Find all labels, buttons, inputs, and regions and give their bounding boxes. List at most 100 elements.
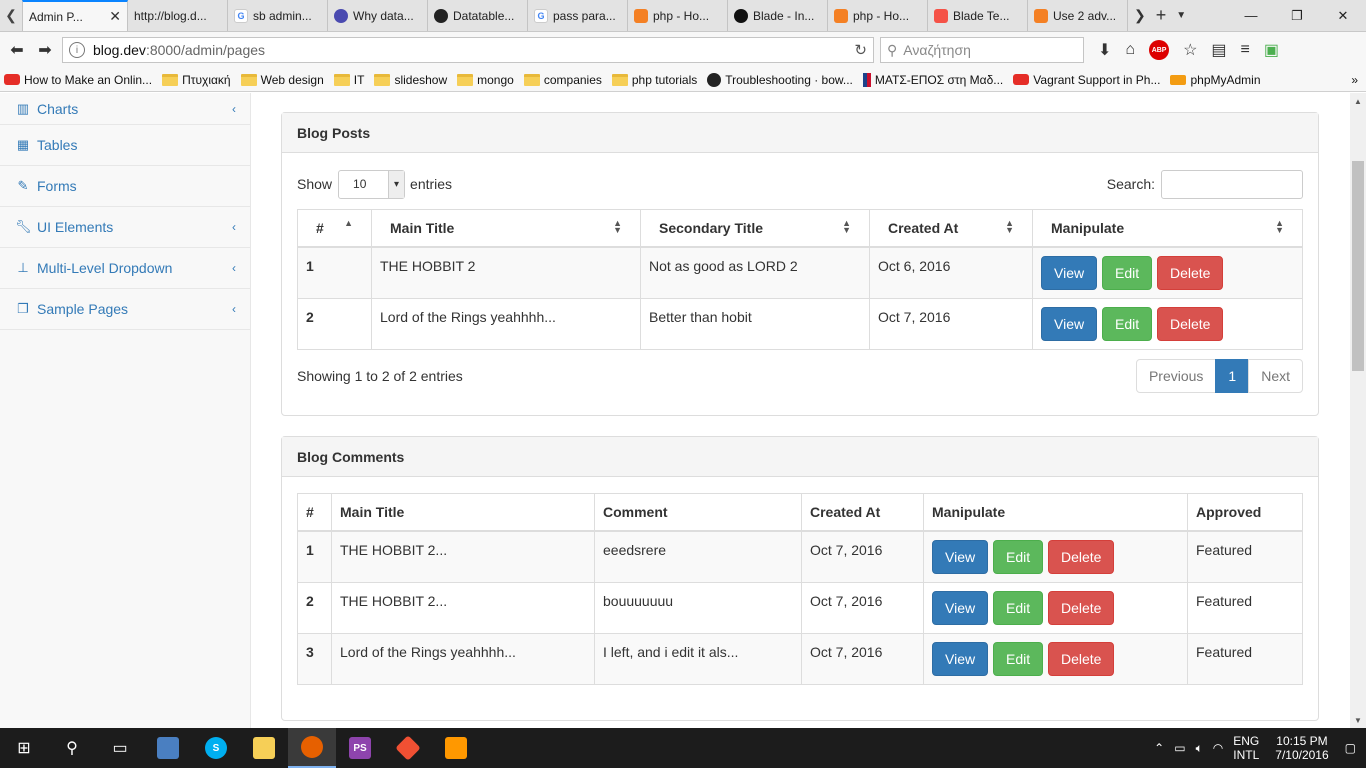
column-header-secondary-title[interactable]: Secondary Title ▲ ▼ [640,209,870,248]
view-button[interactable]: View [1041,306,1098,341]
back-icon[interactable]: ⬅ [6,39,28,61]
bookmarks-overflow-icon[interactable]: » [1351,73,1358,87]
view-button[interactable]: View [932,590,989,625]
bookmark-item[interactable]: Vagrant Support in Ph... [1013,73,1160,87]
menu-icon[interactable]: ≡ [1241,41,1250,59]
home-icon[interactable]: ⌂ [1125,41,1135,59]
bookmark-item[interactable]: Troubleshooting · bow... [707,72,853,87]
column-header-main-title[interactable]: Main Title ▲ ▼ [371,209,641,248]
notifications-icon[interactable]: ▢ [1345,741,1356,755]
delete-button[interactable]: Delete [1048,641,1115,676]
tab-php-howto-2[interactable]: php - Ho... [828,0,928,31]
minimize-icon[interactable]: — [1228,0,1274,31]
sidebar-item-sample-pages[interactable]: ❐ Sample Pages ‹ [0,289,250,330]
bookmark-item[interactable]: phpMyAdmin [1170,72,1261,87]
delete-button[interactable]: Delete [1048,590,1115,625]
firefox-icon[interactable] [288,728,336,768]
tab-use-2-adv[interactable]: Use 2 adv... [1028,0,1128,31]
tab-scroll-right-icon[interactable]: ❯ [1134,7,1146,24]
bookmark-label: phpMyAdmin [1190,72,1261,87]
reading-list-icon[interactable]: ▤ [1211,40,1226,60]
edit-button[interactable]: Edit [1101,306,1153,341]
restore-icon[interactable]: ❐ [1274,0,1320,31]
bookmark-item[interactable]: How to Make an Onlin... [4,73,152,87]
bookmark-star-icon[interactable]: ☆ [1183,40,1197,60]
bookmark-folder[interactable]: Web design [240,73,324,87]
tab-datatable[interactable]: Datatable... [428,0,528,31]
sidebar-item-ui-elements[interactable]: 🔧︎ UI Elements ‹ [0,207,250,248]
delete-button[interactable]: Delete [1048,539,1115,574]
extension-icon[interactable]: ▣ [1264,40,1279,60]
wifi-icon[interactable]: ◠ [1213,741,1223,755]
view-button[interactable]: View [932,539,989,574]
windows-start-icon[interactable]: ⊞ [0,728,48,768]
page-scrollbar[interactable]: ▲ ▼ [1350,93,1366,728]
network-icon[interactable]: ▭ [1174,741,1185,755]
edit-button[interactable]: Edit [1101,255,1153,290]
view-button[interactable]: View [1041,255,1098,290]
git-icon[interactable] [384,728,432,768]
sidebar-item-charts[interactable]: ▥ Charts ‹ [0,93,250,125]
edit-button[interactable]: Edit [992,539,1044,574]
pagination-page-1[interactable]: 1 [1215,359,1250,393]
bookmark-folder[interactable]: IT [333,73,364,87]
sidebar-item-forms[interactable]: ✎ Forms [0,166,250,207]
scroll-down-icon[interactable]: ▼ [1350,712,1366,728]
tab-blade-in[interactable]: Blade - In... [728,0,828,31]
column-header-created-at[interactable]: Created At ▲ ▼ [869,209,1033,248]
tab-why-data[interactable]: Why data... [328,0,428,31]
tab-scroll-left-icon[interactable]: ❮ [0,0,22,31]
browser-search-input[interactable]: ⚲ Αναζήτηση [880,37,1084,63]
skype-icon[interactable]: S [192,728,240,768]
phpstorm-icon[interactable]: PS [336,728,384,768]
tab-close-icon[interactable]: ✕ [109,8,121,25]
tab-pass-params[interactable]: Gpass para... [528,0,628,31]
computer-icon[interactable] [144,728,192,768]
bookmark-folder[interactable]: slideshow [374,73,447,87]
delete-button[interactable]: Delete [1157,255,1224,290]
column-header-manipulate[interactable]: Manipulate ▲ ▼ [1032,209,1303,248]
volume-icon[interactable]: 🔈︎ [1196,741,1203,756]
forward-icon[interactable]: ➡ [34,39,56,61]
tab-sb-admin[interactable]: Gsb admin... [228,0,328,31]
edit-button[interactable]: Edit [992,590,1044,625]
tab-blade-templates[interactable]: Blade Te... [928,0,1028,31]
bookmark-folder[interactable]: mongo [457,73,514,87]
tab-admin[interactable]: Admin P... ✕ [22,0,128,31]
table-search-input[interactable] [1161,169,1303,199]
site-info-icon[interactable]: i [69,42,85,58]
scrollbar-thumb[interactable] [1352,161,1364,371]
adblock-icon[interactable]: ABP [1149,40,1170,60]
bookmark-folder[interactable]: php tutorials [611,73,697,87]
page-size-select[interactable]: 10 ▾ [338,169,406,199]
url-bar[interactable]: i blog.dev:8000/admin/pages ↻ [62,37,874,63]
reload-icon[interactable]: ↻ [854,41,867,59]
table-footer: Showing 1 to 2 of 2 entries Previous 1 N… [297,359,1303,393]
task-view-icon[interactable]: ▭ [96,728,144,768]
pagination-previous[interactable]: Previous [1135,359,1217,393]
column-header-id[interactable]: # ▲ [297,209,372,248]
scroll-up-icon[interactable]: ▲ [1350,93,1366,109]
tab-php-howto[interactable]: php - Ho... [628,0,728,31]
bookmark-folder[interactable]: companies [523,73,602,87]
tab-blog[interactable]: http://blog.d... [128,0,228,31]
file-explorer-icon[interactable] [240,728,288,768]
language-indicator[interactable]: ENG INTL [1233,734,1259,762]
sublime-icon[interactable] [432,728,480,768]
view-button[interactable]: View [932,641,989,676]
sidebar-item-multi-level-dropdown[interactable]: ⊥ Multi-Level Dropdown ‹ [0,248,250,289]
search-icon[interactable]: ⚲ [48,728,96,768]
tray-chevron-icon[interactable]: ⌃ [1154,741,1164,755]
sidebar-item-tables[interactable]: ▦ Tables [0,125,250,166]
sidebar-item-label: Forms [37,178,77,194]
clock[interactable]: 10:15 PM 7/10/2016 [1275,734,1328,762]
edit-button[interactable]: Edit [992,641,1044,676]
download-icon[interactable]: ⬇ [1098,40,1111,60]
bookmark-item[interactable]: ΜΑΤΣ-ΕΠΟΣ στη Μαδ... [862,72,1003,87]
new-tab-icon[interactable]: + [1156,5,1167,26]
tab-list-chevron-icon[interactable]: ▼ [1176,10,1186,21]
pagination-next[interactable]: Next [1248,359,1303,393]
close-window-icon[interactable]: ✕ [1320,0,1366,31]
delete-button[interactable]: Delete [1157,306,1224,341]
bookmark-folder[interactable]: Πτυχιακή [162,73,231,87]
